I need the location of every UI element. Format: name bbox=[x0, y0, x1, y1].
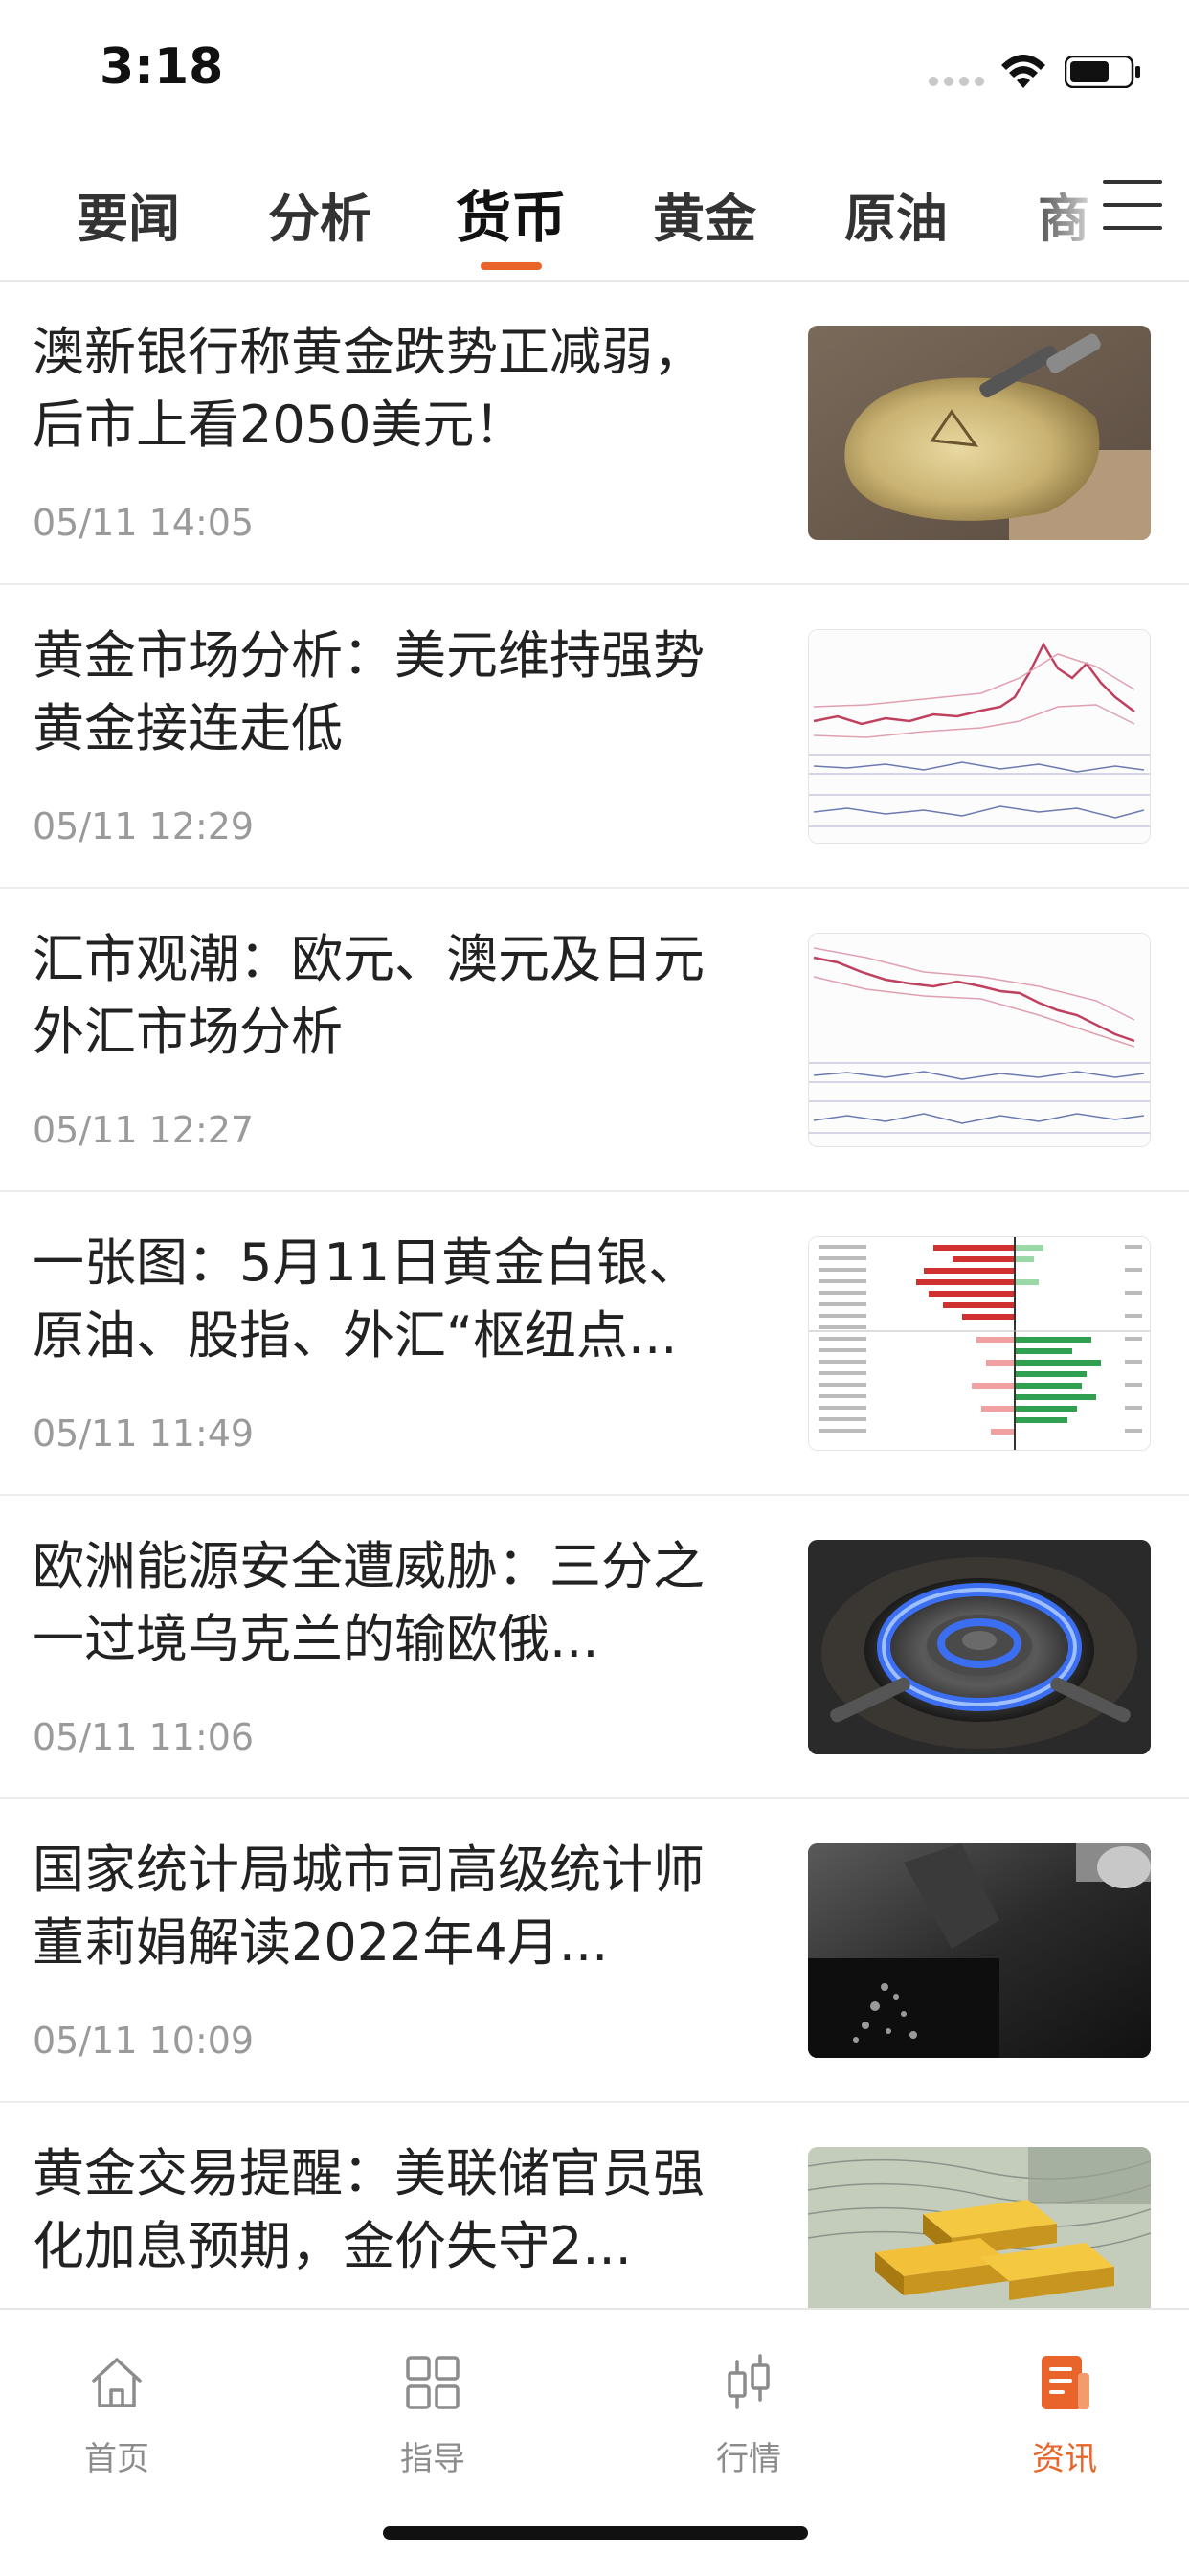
cellular-signal-icon bbox=[929, 77, 986, 88]
tab-huangjin[interactable]: 黄金 bbox=[653, 176, 756, 252]
nav-label: 行情 bbox=[716, 2440, 781, 2478]
news-time: 05/11 12:27 bbox=[33, 1109, 255, 1151]
news-title: 澳新银行称黄金跌势正减弱，后市上看2050美元！ bbox=[33, 322, 705, 455]
news-thumbnail bbox=[808, 629, 1151, 844]
news-time: 05/11 14:05 bbox=[33, 502, 255, 544]
news-thumbnail bbox=[808, 2147, 1151, 2308]
news-time: 05/11 12:29 bbox=[33, 805, 255, 847]
menu-icon[interactable] bbox=[1103, 180, 1162, 232]
news-thumbnail bbox=[808, 1540, 1151, 1754]
tab-fenxi[interactable]: 分析 bbox=[268, 176, 371, 252]
nav-home[interactable]: 首页 bbox=[21, 2339, 213, 2492]
news-item[interactable]: 澳新银行称黄金跌势正减弱，后市上看2050美元！ 05/11 14:05 bbox=[0, 282, 1189, 585]
category-tabs: 要闻 分析 货币 黄金 原油 商 bbox=[0, 144, 1189, 282]
news-title: 黄金市场分析：美元维持强势 黄金接连走低 bbox=[33, 625, 705, 758]
pivot-bar-table-icon bbox=[809, 1237, 1150, 1450]
grid-icon bbox=[406, 2356, 460, 2409]
news-item[interactable]: 汇市观潮：欧元、澳元及日元外汇市场分析 05/11 12:27 bbox=[0, 889, 1189, 1192]
status-time: 3:18 bbox=[100, 38, 224, 96]
news-icon bbox=[1042, 2356, 1089, 2409]
news-thumbnail bbox=[808, 1843, 1151, 2058]
candlestick-icon bbox=[728, 2354, 770, 2409]
news-time: 05/11 11:06 bbox=[33, 1716, 255, 1758]
tab-huobi[interactable]: 货币 bbox=[456, 172, 567, 253]
price-chart-icon bbox=[809, 934, 1150, 1146]
news-list: 澳新银行称黄金跌势正减弱，后市上看2050美元！ 05/11 14:05 黄金市… bbox=[0, 282, 1189, 2308]
news-item[interactable]: 黄金交易提醒：美联储官员强化加息预期，金价失守2... bbox=[0, 2103, 1189, 2308]
news-title: 汇市观潮：欧元、澳元及日元外汇市场分析 bbox=[33, 929, 705, 1062]
news-title: 一张图：5月11日黄金白银、原油、股指、外汇“枢纽点... bbox=[33, 1232, 701, 1366]
wifi-icon bbox=[1001, 55, 1045, 88]
nav-news[interactable]: 资讯 bbox=[969, 2339, 1160, 2492]
nav-label: 指导 bbox=[400, 2440, 465, 2478]
price-chart-icon bbox=[809, 630, 1150, 843]
nav-guide[interactable]: 指导 bbox=[337, 2339, 528, 2492]
news-title: 黄金交易提醒：美联储官员强化加息预期，金价失守2... bbox=[33, 2143, 705, 2276]
news-item[interactable]: 一张图：5月11日黄金白银、原油、股指、外汇“枢纽点... 05/11 11:4… bbox=[0, 1192, 1189, 1496]
battery-icon bbox=[1065, 56, 1140, 88]
tab-yuanyou[interactable]: 原油 bbox=[844, 176, 948, 252]
home-icon bbox=[92, 2358, 142, 2407]
nav-label: 资讯 bbox=[1032, 2440, 1097, 2478]
news-thumbnail bbox=[808, 326, 1151, 540]
gas-flame-photo-icon bbox=[808, 1540, 1151, 1754]
gold-bars-money-photo-icon bbox=[808, 2147, 1151, 2308]
news-item[interactable]: 国家统计局城市司高级统计师董莉娟解读2022年4月... 05/11 10:09 bbox=[0, 1799, 1189, 2103]
home-indicator bbox=[383, 2526, 808, 2540]
nav-market[interactable]: 行情 bbox=[653, 2339, 844, 2492]
tab-yaowen[interactable]: 要闻 bbox=[77, 176, 180, 252]
gold-bar-photo-icon bbox=[808, 326, 1151, 540]
news-thumbnail bbox=[808, 1236, 1151, 1451]
news-item[interactable]: 欧洲能源安全遭威胁：三分之一过境乌克兰的输欧俄... 05/11 11:06 bbox=[0, 1496, 1189, 1799]
nav-label: 首页 bbox=[84, 2440, 149, 2478]
news-time: 05/11 10:09 bbox=[33, 2020, 255, 2062]
coal-photo-icon bbox=[808, 1843, 1151, 2058]
news-title: 国家统计局城市司高级统计师董莉娟解读2022年4月... bbox=[33, 1840, 705, 1973]
status-bar: 3:18 bbox=[0, 0, 1189, 134]
news-title: 欧洲能源安全遭威胁：三分之一过境乌克兰的输欧俄... bbox=[33, 1536, 705, 1669]
active-tab-indicator bbox=[481, 262, 542, 270]
news-item[interactable]: 黄金市场分析：美元维持强势 黄金接连走低 05/11 12:29 bbox=[0, 585, 1189, 889]
news-thumbnail bbox=[808, 933, 1151, 1147]
news-time: 05/11 11:49 bbox=[33, 1412, 255, 1455]
